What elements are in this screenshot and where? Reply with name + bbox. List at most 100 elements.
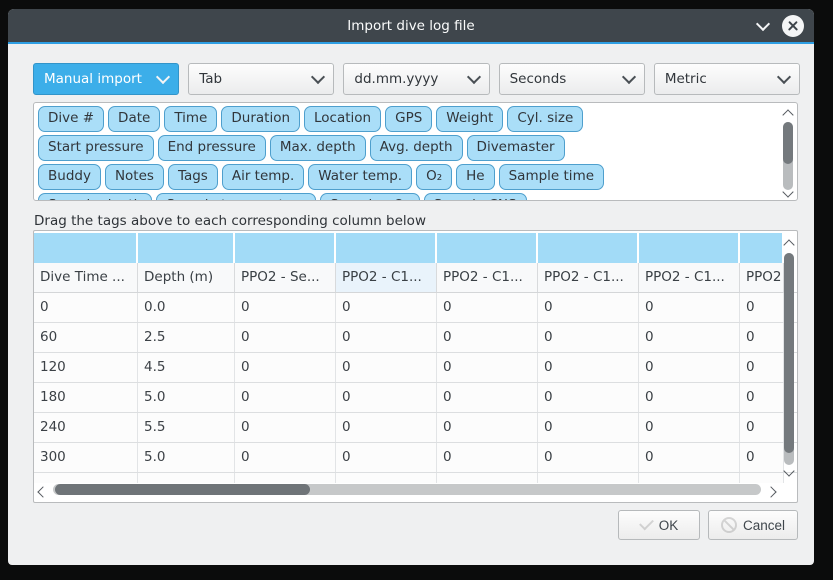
table-cell: 0.0 bbox=[138, 293, 235, 322]
scroll-right-icon[interactable] bbox=[765, 486, 776, 497]
shade-chevron-down-icon[interactable] bbox=[756, 16, 770, 30]
mapping-table: Dive Time ...Depth (m)PPO2 - Se... PPO2 -… bbox=[33, 230, 798, 503]
table-cell: 0 bbox=[336, 383, 437, 412]
table-cell: 120 bbox=[34, 353, 138, 382]
table-cell: 5.5 bbox=[138, 413, 235, 442]
table-cell: 60 bbox=[34, 323, 138, 352]
close-icon[interactable] bbox=[782, 15, 804, 37]
table-row: 1204.5000000 bbox=[34, 353, 797, 383]
drop-target-cell[interactable] bbox=[740, 233, 784, 263]
drop-target-cell[interactable] bbox=[639, 233, 740, 263]
import-dialog: Import dive log file Manual import Tab dd.… bbox=[8, 9, 814, 565]
table-cell: 0 bbox=[538, 353, 639, 382]
check-icon bbox=[639, 516, 654, 531]
drop-target-cell[interactable] bbox=[138, 233, 235, 263]
combo-seconds[interactable]: Seconds bbox=[499, 63, 645, 95]
table-cell: 0 bbox=[639, 443, 740, 472]
table-cell: 0 bbox=[538, 443, 639, 472]
table-cell: 0 bbox=[538, 413, 639, 442]
scroll-up-icon[interactable] bbox=[782, 109, 793, 120]
tag-divemaster[interactable]: Divemaster bbox=[467, 135, 565, 161]
tag-gps[interactable]: GPS bbox=[385, 106, 432, 132]
tag-sample-temperature[interactable]: Sample temperature bbox=[156, 193, 316, 201]
format-toolbar: Manual import Tab dd.mm.yyyy Seconds Metric bbox=[33, 63, 800, 95]
table-vertical-scrollbar[interactable] bbox=[782, 233, 796, 477]
tag-buddy[interactable]: Buddy bbox=[38, 164, 101, 190]
tag-notes[interactable]: Notes bbox=[105, 164, 164, 190]
tag-cyl-size[interactable]: Cyl. size bbox=[507, 106, 583, 132]
table-header-row: Dive Time ...Depth (m)PPO2 - Se... PPO2 -… bbox=[34, 263, 797, 293]
tag-dive[interactable]: Dive # bbox=[38, 106, 104, 132]
tag-pool-scrollbar[interactable] bbox=[781, 106, 795, 201]
dialog-title: Import dive log file bbox=[347, 18, 474, 34]
tag-sample-po[interactable]: Sample pO₂ bbox=[320, 193, 420, 201]
table-cell: 0 bbox=[235, 293, 336, 322]
column-header: PPO2 - C1... bbox=[639, 263, 740, 292]
drop-target-cell[interactable] bbox=[336, 233, 437, 263]
tag-max-depth[interactable]: Max. depth bbox=[270, 135, 366, 161]
tag-time[interactable]: Time bbox=[164, 106, 217, 132]
drop-target-cell[interactable] bbox=[538, 233, 639, 263]
combo-dd-mm-yyyy[interactable]: dd.mm.yyyy bbox=[343, 63, 489, 95]
column-header: Dive Time ... bbox=[34, 263, 138, 292]
ok-button[interactable]: OK bbox=[618, 510, 700, 540]
table-cell: 300 bbox=[34, 443, 138, 472]
scroll-up-icon[interactable] bbox=[783, 239, 794, 250]
tag-location[interactable]: Location bbox=[304, 106, 381, 132]
cancel-icon bbox=[721, 517, 737, 533]
table-cell: 0 bbox=[235, 323, 336, 352]
instruction-label: Drag the tags above to each correspondin… bbox=[34, 213, 426, 229]
table-cell: 0 bbox=[336, 413, 437, 442]
tag-end-pressure[interactable]: End pressure bbox=[158, 135, 266, 161]
table-cell: 0 bbox=[336, 443, 437, 472]
table-row: 3005.0000000 bbox=[34, 443, 797, 473]
combo-metric[interactable]: Metric bbox=[654, 63, 800, 95]
drop-target-cell[interactable] bbox=[235, 233, 336, 263]
tag-start-pressure[interactable]: Start pressure bbox=[38, 135, 154, 161]
tag-duration[interactable]: Duration bbox=[221, 106, 300, 132]
combo-tab[interactable]: Tab bbox=[188, 63, 334, 95]
tag-sample-depth[interactable]: Sample depth bbox=[38, 193, 152, 201]
cancel-button[interactable]: Cancel bbox=[708, 510, 798, 540]
scroll-thumb[interactable] bbox=[784, 253, 794, 453]
table-cell: 5.0 bbox=[138, 443, 235, 472]
tag-o[interactable]: O₂ bbox=[416, 164, 452, 190]
tag-air-temp[interactable]: Air temp. bbox=[222, 164, 304, 190]
table-cell: 0 bbox=[740, 383, 784, 412]
column-header: Depth (m) bbox=[138, 263, 235, 292]
scroll-thumb[interactable] bbox=[783, 122, 793, 164]
table-cell: 0 bbox=[336, 323, 437, 352]
table-cell: 0 bbox=[336, 353, 437, 382]
table-cell: 0 bbox=[235, 443, 336, 472]
tag-date[interactable]: Date bbox=[108, 106, 160, 132]
table-cell: 0 bbox=[639, 383, 740, 412]
tag-tags[interactable]: Tags bbox=[168, 164, 218, 190]
table-cell: 180 bbox=[34, 383, 138, 412]
tag-weight[interactable]: Weight bbox=[436, 106, 503, 132]
combo-manual-import[interactable]: Manual import bbox=[33, 63, 179, 95]
table-cell: 0 bbox=[740, 413, 784, 442]
tag-he[interactable]: He bbox=[456, 164, 494, 190]
chevron-down-icon bbox=[467, 70, 481, 84]
column-header: PPO2 - C1... bbox=[538, 263, 639, 292]
scroll-track[interactable] bbox=[53, 484, 761, 495]
column-header: PPO2 - C1... bbox=[437, 263, 538, 292]
table-cell: 0 bbox=[437, 353, 538, 382]
scroll-thumb[interactable] bbox=[55, 484, 310, 495]
column-header: PPO2 - Se... bbox=[235, 263, 336, 292]
table-row: 00.0000000 bbox=[34, 293, 797, 323]
tag-avg-depth[interactable]: Avg. depth bbox=[370, 135, 463, 161]
tag-sample-time[interactable]: Sample time bbox=[499, 164, 604, 190]
tag-sample-cns[interactable]: Sample CNS bbox=[424, 193, 527, 201]
tag-row: Sample depth Sample temperature Sample pO₂… bbox=[38, 193, 797, 201]
drop-target-cell[interactable] bbox=[34, 233, 138, 263]
table-cell: 0 bbox=[639, 293, 740, 322]
tag-water-temp[interactable]: Water temp. bbox=[308, 164, 412, 190]
table-horizontal-scrollbar[interactable] bbox=[37, 482, 777, 498]
scroll-down-icon[interactable] bbox=[783, 465, 794, 476]
scroll-left-icon[interactable] bbox=[37, 486, 48, 497]
titlebar: Import dive log file bbox=[8, 9, 814, 44]
drop-target-cell[interactable] bbox=[437, 233, 538, 263]
table-cell: 0 bbox=[235, 383, 336, 412]
combo-value: Manual import bbox=[44, 71, 158, 87]
